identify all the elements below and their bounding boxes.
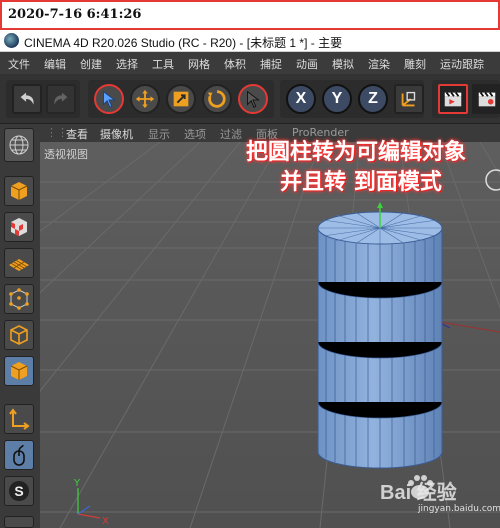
rotate-tool-button[interactable] (202, 84, 232, 114)
tweak-mode-button[interactable] (4, 440, 34, 470)
menu-item-volume[interactable]: 体积 (224, 56, 246, 72)
menu-item-render[interactable]: 渲染 (368, 56, 390, 72)
rotate-icon (207, 90, 226, 108)
viewport-grip-icon: ⋮⋮ (46, 126, 68, 139)
cursor-arrow-icon (103, 90, 116, 108)
workplane-mode-button[interactable] (4, 248, 34, 278)
checker-cube-icon (11, 218, 27, 236)
coordinate-system-button[interactable] (394, 84, 424, 114)
render-to-picture-viewer-button[interactable] (472, 84, 500, 114)
mode-palette: S (0, 124, 40, 528)
cube-edges-icon (10, 325, 28, 345)
edges-mode-button[interactable] (4, 320, 34, 350)
viewport-menu-camera[interactable]: 摄像机 (100, 126, 133, 142)
svg-text:S: S (14, 483, 23, 499)
menu-item-select[interactable]: 选择 (116, 56, 138, 72)
cube-points-icon (9, 288, 29, 310)
polygons-mode-button[interactable] (4, 356, 34, 386)
viewport-menu-display[interactable]: 显示 (148, 126, 170, 142)
move-tool-button[interactable] (130, 84, 160, 114)
window-titlebar: CINEMA 4D R20.026 Studio (RC - R20) - [未… (0, 30, 500, 52)
menu-item-file[interactable]: 文件 (8, 56, 30, 72)
menu-item-mesh[interactable]: 网格 (188, 56, 210, 72)
gizmo-y-label: Y (73, 478, 81, 489)
scale-icon (173, 91, 189, 107)
viewport-label: 透视视图 (44, 148, 88, 161)
mouse-icon (13, 444, 25, 466)
annotation-line-2: 并且转 到面模式 (280, 170, 442, 195)
watermark-site: jingyan.baidu.com (418, 504, 500, 514)
undo-icon (20, 92, 34, 105)
baidu-jingyan-watermark: Bai 经验 jingyan.baidu.com (378, 470, 500, 526)
grid-plane-icon (9, 259, 29, 271)
gizmo-x-label: X (102, 516, 109, 527)
menu-item-edit[interactable]: 编辑 (44, 56, 66, 72)
menu-bar: 文件 编辑 创建 选择 工具 网格 体积 捕捉 动画 模拟 渲染 雕刻 运动跟踪 (0, 52, 500, 74)
live-selection-button[interactable] (94, 84, 124, 114)
annotation-line-1: 把圆柱转为可编辑对象 (245, 140, 466, 165)
menu-item-simulate[interactable]: 模拟 (332, 56, 354, 72)
axis-tool-icon (9, 408, 30, 430)
sphere-mesh-icon (9, 135, 29, 155)
timestamp-text: 2020-7-16 6:41:26 (8, 7, 142, 22)
cube-polygons-icon (10, 362, 28, 380)
coordinate-system-icon (401, 91, 416, 107)
clapperboard-icon (478, 92, 496, 107)
cinema4d-logo-icon (4, 33, 19, 48)
snap-s-icon: S (9, 481, 29, 501)
model-mode-button[interactable] (4, 176, 34, 206)
menu-item-snap[interactable]: 捕捉 (260, 56, 282, 72)
redo-button[interactable] (46, 84, 76, 114)
menu-item-motion-tracking[interactable]: 运动跟踪 (440, 56, 484, 72)
menu-item-sculpt[interactable]: 雕刻 (404, 56, 426, 72)
axis-mode-button[interactable] (4, 404, 34, 434)
z-axis-lock-button[interactable]: Z (358, 84, 388, 114)
x-axis-lock-button[interactable]: X (286, 84, 316, 114)
menu-item-animate[interactable]: 动画 (296, 56, 318, 72)
more-modes-button[interactable] (4, 516, 34, 528)
make-editable-button[interactable] (4, 128, 34, 162)
timestamp-bar: 2020-7-16 6:41:26 (0, 0, 500, 30)
texture-mode-button[interactable] (4, 212, 34, 242)
tutorial-annotation: 把圆柱转为可编辑对象 并且转 到面模式 (212, 138, 500, 198)
redo-icon (54, 92, 68, 105)
move-arrows-icon (135, 89, 155, 109)
main-toolbar: X Y Z (0, 74, 500, 124)
menu-item-create[interactable]: 创建 (80, 56, 102, 72)
cube-model-icon (10, 182, 28, 200)
scale-tool-button[interactable] (166, 84, 196, 114)
window-title: CINEMA 4D R20.026 Studio (RC - R20) - [未… (24, 36, 343, 50)
y-axis-lock-button[interactable]: Y (322, 84, 352, 114)
render-view-button[interactable] (438, 84, 468, 114)
cursor-arrow-icon (247, 90, 260, 108)
viewport-menu-options[interactable]: 选项 (184, 126, 206, 142)
viewport-menu-view[interactable]: 查看 (66, 126, 88, 142)
menu-item-tools[interactable]: 工具 (152, 56, 174, 72)
undo-button[interactable] (12, 84, 42, 114)
watermark-brand: Bai 经验 (380, 482, 457, 504)
clapperboard-icon (444, 92, 462, 107)
cylinder-object[interactable] (317, 202, 443, 469)
recent-tool-button[interactable] (238, 84, 268, 114)
points-mode-button[interactable] (4, 284, 34, 314)
snapping-button[interactable]: S (4, 476, 34, 506)
